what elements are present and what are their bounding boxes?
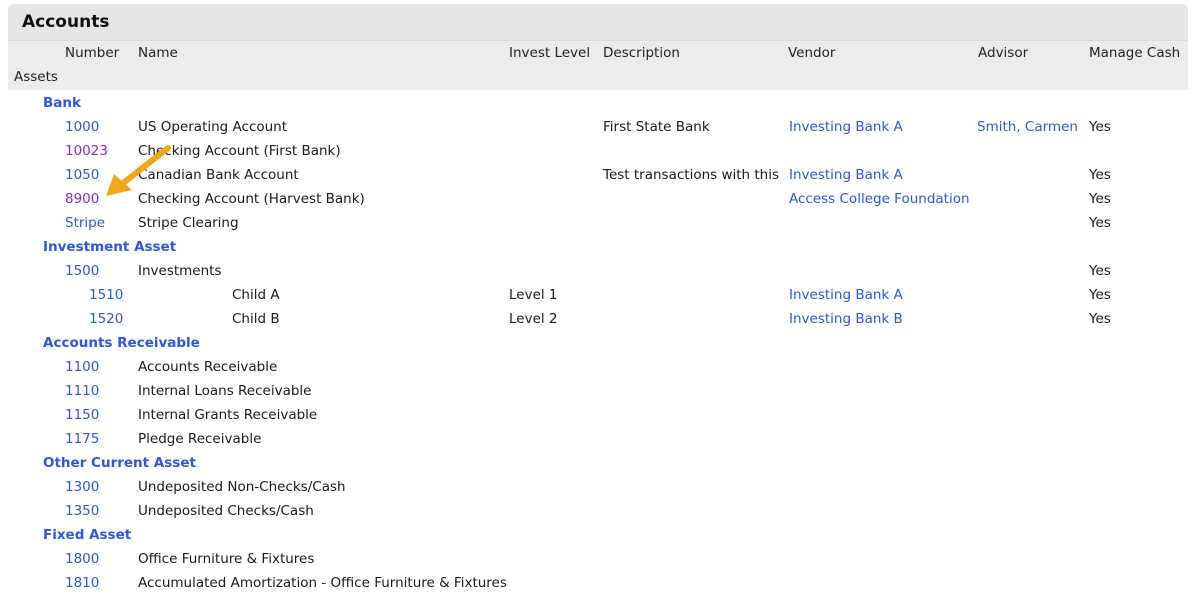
account-name: Accounts Receivable	[138, 359, 278, 375]
table-row: 1800 Office Furniture & Fixtures	[0, 548, 1194, 572]
table-header: Number Name Invest Level Description Ven…	[8, 40, 1188, 66]
column-header-advisor[interactable]: Advisor	[978, 45, 1028, 61]
account-number-link[interactable]: 1510	[89, 287, 123, 303]
invest-level-value: Level 2	[509, 311, 558, 327]
account-number-link[interactable]: 1000	[65, 119, 99, 135]
advisor-link[interactable]: Smith, Carmen	[977, 119, 1078, 135]
manage-cash-value: Yes	[1089, 167, 1111, 183]
account-name: Office Furniture & Fixtures	[138, 551, 315, 567]
category-row-accounts-receivable: Accounts Receivable	[0, 332, 1194, 356]
account-name: Checking Account (Harvest Bank)	[138, 191, 365, 207]
table-row: Stripe Stripe Clearing Yes	[0, 212, 1194, 236]
manage-cash-value: Yes	[1089, 311, 1111, 327]
vendor-link[interactable]: Investing Bank A	[789, 287, 903, 303]
account-name: Canadian Bank Account	[138, 167, 299, 183]
page-header: Accounts	[8, 4, 1188, 40]
column-header-name[interactable]: Name	[138, 45, 178, 61]
account-name: US Operating Account	[138, 119, 288, 135]
column-header-number[interactable]: Number	[65, 45, 119, 61]
table-row: 1175 Pledge Receivable	[0, 428, 1194, 452]
account-name: Undeposited Non-Checks/Cash	[138, 479, 346, 495]
account-number-link[interactable]: 1175	[65, 431, 99, 447]
category-other-current-asset[interactable]: Other Current Asset	[43, 455, 196, 471]
account-name: Undeposited Checks/Cash	[138, 503, 314, 519]
manage-cash-value: Yes	[1089, 119, 1111, 135]
table-row: 1510 Child A Level 1 Investing Bank A Ye…	[0, 284, 1194, 308]
category-accounts-receivable[interactable]: Accounts Receivable	[43, 335, 200, 351]
account-name: Internal Grants Receivable	[138, 407, 318, 423]
account-name: Investments	[138, 263, 222, 279]
table-row: 1100 Accounts Receivable	[0, 356, 1194, 380]
category-fixed-asset[interactable]: Fixed Asset	[43, 527, 131, 543]
account-name: Accumulated Amortization - Office Furnit…	[138, 575, 507, 591]
account-description: First State Bank	[603, 119, 710, 135]
manage-cash-value: Yes	[1089, 191, 1111, 207]
account-name: Pledge Receivable	[138, 431, 262, 447]
account-number-link[interactable]: 8900	[65, 191, 99, 207]
account-number-link[interactable]: 1520	[89, 311, 123, 327]
account-name: Child B	[232, 311, 280, 327]
account-name: Checking Account (First Bank)	[138, 143, 341, 159]
account-number-link[interactable]: 1300	[65, 479, 99, 495]
account-number-link[interactable]: 1500	[65, 263, 99, 279]
table-row: 1500 Investments Yes	[0, 260, 1194, 284]
section-assets: Assets	[8, 66, 1188, 90]
category-investment-asset[interactable]: Investment Asset	[43, 239, 176, 255]
vendor-link[interactable]: Investing Bank A	[789, 119, 903, 135]
account-number-link[interactable]: 1800	[65, 551, 99, 567]
category-row-other-current-asset: Other Current Asset	[0, 452, 1194, 476]
category-row-bank: Bank	[0, 92, 1194, 116]
manage-cash-value: Yes	[1089, 287, 1111, 303]
table-row: 1000 US Operating Account First State Ba…	[0, 116, 1194, 140]
table-row: 1520 Child B Level 2 Investing Bank B Ye…	[0, 308, 1194, 332]
column-header-description[interactable]: Description	[603, 45, 680, 61]
invest-level-value: Level 1	[509, 287, 558, 303]
table-row: 10023 Checking Account (First Bank)	[0, 140, 1194, 164]
account-number-link[interactable]: 1110	[65, 383, 99, 399]
manage-cash-value: Yes	[1089, 215, 1111, 231]
vendor-link[interactable]: Investing Bank A	[789, 167, 903, 183]
category-row-fixed-asset: Fixed Asset	[0, 524, 1194, 548]
account-number-link[interactable]: 1810	[65, 575, 99, 591]
table-row: 8900 Checking Account (Harvest Bank) Acc…	[0, 188, 1194, 212]
account-number-link[interactable]: 1100	[65, 359, 99, 375]
account-number-link[interactable]: Stripe	[65, 215, 105, 231]
vendor-link[interactable]: Access College Foundation	[789, 191, 970, 207]
column-header-invest-level[interactable]: Invest Level	[509, 45, 590, 61]
account-number-link[interactable]: 1150	[65, 407, 99, 423]
column-header-vendor[interactable]: Vendor	[788, 45, 835, 61]
table-row: 1350 Undeposited Checks/Cash	[0, 500, 1194, 524]
account-name: Child A	[232, 287, 280, 303]
table-row: 1300 Undeposited Non-Checks/Cash	[0, 476, 1194, 500]
page-title: Accounts	[22, 12, 110, 32]
account-name: Internal Loans Receivable	[138, 383, 312, 399]
account-description: Test transactions with this	[603, 167, 780, 183]
manage-cash-value: Yes	[1089, 263, 1111, 279]
account-name: Stripe Clearing	[138, 215, 239, 231]
account-number-link[interactable]: 1050	[65, 167, 99, 183]
category-row-investment-asset: Investment Asset	[0, 236, 1194, 260]
table-row: 1810 Accumulated Amortization - Office F…	[0, 572, 1194, 596]
column-header-manage-cash[interactable]: Manage Cash	[1089, 45, 1180, 61]
table-row: 1110 Internal Loans Receivable	[0, 380, 1194, 404]
vendor-link[interactable]: Investing Bank B	[789, 311, 903, 327]
section-label: Assets	[14, 69, 58, 85]
account-number-link[interactable]: 10023	[65, 143, 108, 159]
table-row: 1050 Canadian Bank Account Test transact…	[0, 164, 1194, 188]
table-row: 1150 Internal Grants Receivable	[0, 404, 1194, 428]
category-bank[interactable]: Bank	[43, 95, 81, 111]
account-number-link[interactable]: 1350	[65, 503, 99, 519]
